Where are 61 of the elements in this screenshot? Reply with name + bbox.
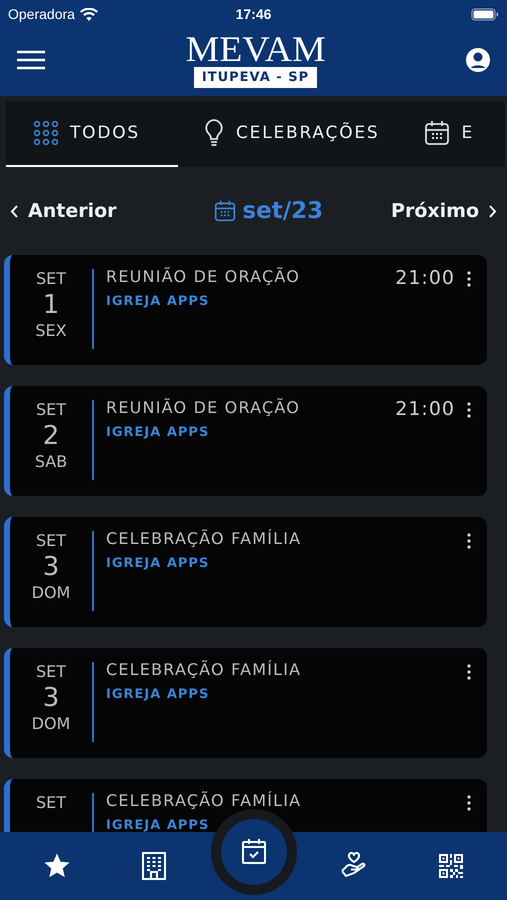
more-icon bbox=[467, 795, 471, 811]
previous-month-button[interactable]: Anterior bbox=[10, 200, 117, 222]
event-organizer: IGREJA APPS bbox=[106, 556, 210, 571]
calendar-check-icon bbox=[240, 838, 268, 866]
event-organizer: IGREJA APPS bbox=[106, 425, 210, 440]
event-card[interactable]: SET 3 DOM CELEBRAÇÃO FAMÍLIA IGREJA APPS bbox=[4, 517, 487, 627]
building-icon bbox=[140, 852, 166, 880]
event-title: CELEBRAÇÃO FAMÍLIA bbox=[106, 529, 302, 548]
event-weekday: SAB bbox=[34, 452, 68, 472]
user-icon bbox=[465, 47, 491, 73]
more-icon bbox=[467, 664, 471, 680]
clock-time: 17:46 bbox=[234, 6, 272, 22]
grid-icon bbox=[34, 121, 58, 145]
event-weekday: DOM bbox=[32, 583, 70, 603]
lightbulb-icon bbox=[204, 118, 224, 148]
event-title: REUNIÃO DE ORAÇÃO bbox=[106, 267, 302, 286]
category-tab[interactable]: E bbox=[398, 101, 492, 167]
event-title: CELEBRAÇÃO FAMÍLIA bbox=[106, 791, 302, 810]
event-weekday: SEX bbox=[35, 321, 67, 341]
category-tab[interactable]: CELEBRAÇÕES bbox=[178, 101, 398, 167]
next-month-button[interactable]: Próximo bbox=[391, 200, 497, 222]
event-time: 21:00 bbox=[395, 398, 455, 420]
calendar-icon bbox=[424, 120, 450, 146]
more-icon bbox=[467, 533, 471, 549]
event-card[interactable]: SET 1 SEX REUNIÃO DE ORAÇÃO IGREJA APPS 21:00 bbox=[4, 255, 487, 365]
event-organizer: IGREJA APPS bbox=[106, 294, 210, 309]
event-weekday: DOM bbox=[32, 714, 70, 734]
carrier-name: Operadora bbox=[8, 6, 75, 22]
logo-subtitle: ITUPEVA - SP bbox=[194, 67, 318, 88]
event-day: 2 bbox=[42, 420, 60, 452]
event-time: 21:00 bbox=[395, 267, 455, 289]
more-icon bbox=[467, 271, 471, 287]
qr-code-icon bbox=[438, 853, 464, 879]
calendar-icon bbox=[214, 200, 236, 222]
event-card[interactable]: SET CELEBRAÇÃO FAMÍLIA IGREJA APPS bbox=[4, 779, 487, 832]
event-day: 1 bbox=[42, 289, 60, 321]
more-icon bbox=[467, 402, 471, 418]
event-day: 3 bbox=[42, 551, 60, 583]
menu-icon bbox=[16, 50, 46, 70]
chevron-right-icon bbox=[489, 204, 497, 218]
event-title: CELEBRAÇÃO FAMÍLIA bbox=[106, 660, 302, 679]
event-month: SET bbox=[36, 793, 66, 813]
event-month: SET bbox=[36, 531, 66, 551]
event-organizer: IGREJA APPS bbox=[106, 818, 210, 832]
chevron-left-icon bbox=[10, 204, 18, 218]
event-month: SET bbox=[36, 269, 66, 289]
event-month: SET bbox=[36, 662, 66, 682]
event-card[interactable]: SET 3 DOM CELEBRAÇÃO FAMÍLIA IGREJA APPS bbox=[4, 648, 487, 758]
event-organizer: IGREJA APPS bbox=[106, 687, 210, 702]
battery-icon bbox=[471, 8, 500, 20]
current-month: set/23 bbox=[242, 198, 324, 224]
event-title: REUNIÃO DE ORAÇÃO bbox=[106, 398, 302, 417]
event-month: SET bbox=[36, 400, 66, 420]
event-day: 3 bbox=[42, 682, 60, 714]
event-card[interactable]: SET 2 SAB REUNIÃO DE ORAÇÃO IGREJA APPS 21:00 bbox=[4, 386, 487, 496]
logo-title: MEVAM bbox=[185, 34, 326, 64]
category-tab[interactable]: TODOS bbox=[6, 101, 178, 167]
profile-button[interactable] bbox=[465, 47, 491, 73]
wifi-icon bbox=[80, 8, 98, 20]
menu-button[interactable] bbox=[16, 50, 46, 70]
nav-item[interactable] bbox=[220, 819, 286, 885]
